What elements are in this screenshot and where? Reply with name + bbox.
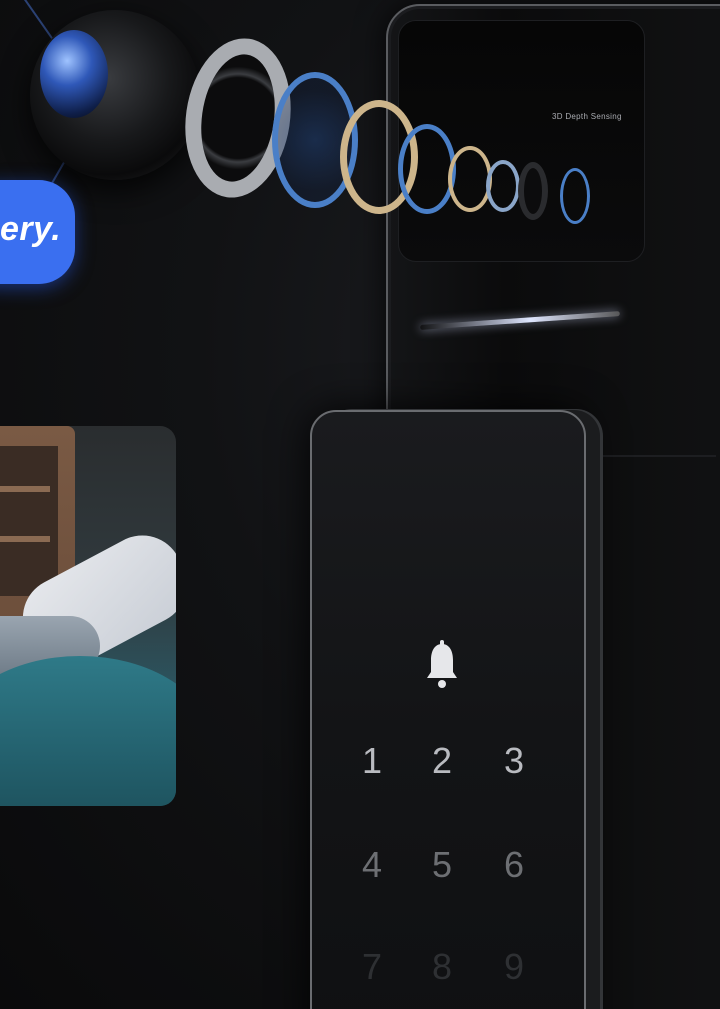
keypad-key-6[interactable]: 6 (494, 844, 534, 886)
lens-element-icon (486, 160, 520, 212)
bell-icon[interactable] (424, 640, 460, 692)
product-hero: 3D Depth Sensing ery. 1 2 3 4 5 6 7 8 9 (0, 0, 720, 1009)
lens-element-icon (518, 162, 548, 220)
keypad-key-7[interactable]: 7 (352, 946, 392, 988)
keypad-key-9[interactable]: 9 (494, 946, 534, 988)
keypad-key-3[interactable]: 3 (494, 740, 534, 782)
keypad-panel: 1 2 3 4 5 6 7 8 9 (310, 410, 586, 1009)
lens-element-icon (560, 168, 590, 224)
keypad-key-8[interactable]: 8 (422, 946, 462, 988)
lifestyle-photo (0, 426, 176, 806)
lens-element-icon (398, 124, 456, 214)
lens-gold-ring-icon (448, 146, 492, 212)
keypad-key-5[interactable]: 5 (422, 844, 462, 886)
keypad-key-2[interactable]: 2 (422, 740, 462, 782)
sensor-label: 3D Depth Sensing (552, 112, 622, 121)
tagline-text: ery. (0, 210, 62, 248)
lens-glass-icon (40, 30, 108, 118)
sofa-image (0, 656, 176, 806)
keypad-key-4[interactable]: 4 (352, 844, 392, 886)
keypad-key-1[interactable]: 1 (352, 740, 392, 782)
